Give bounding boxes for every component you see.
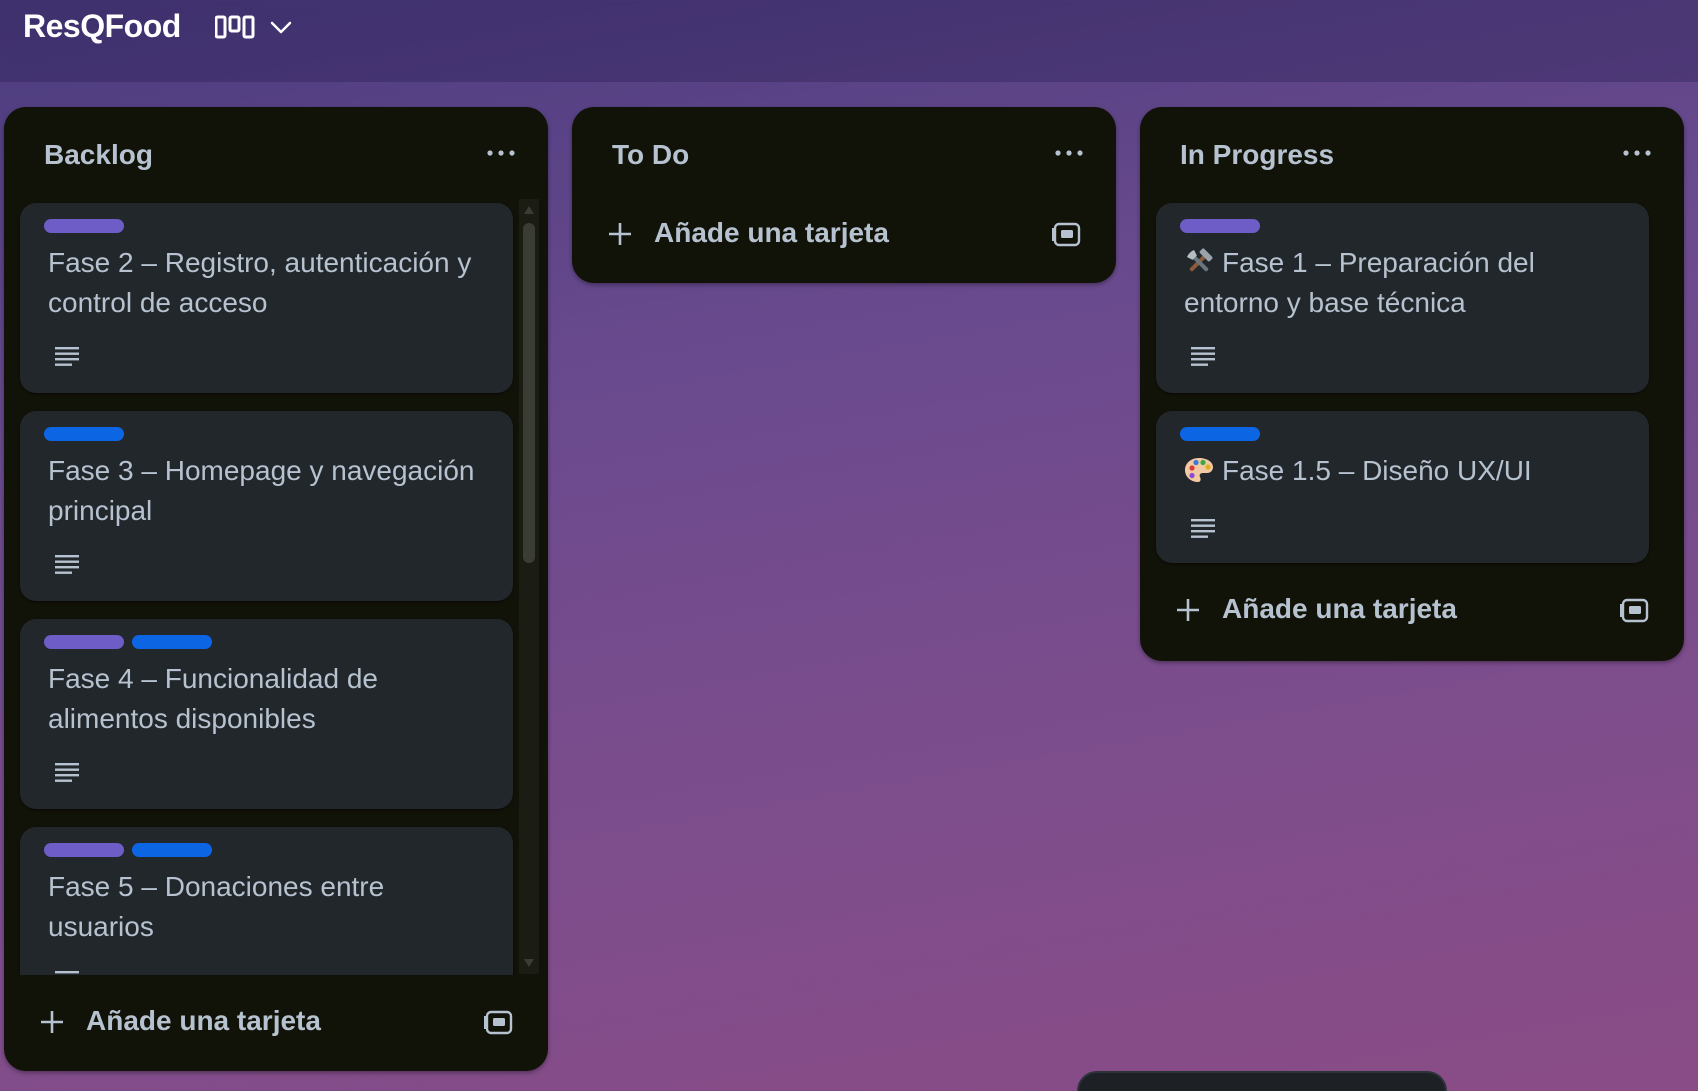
chevron-down-icon[interactable] (268, 14, 294, 40)
label-purple[interactable] (44, 635, 124, 649)
card-title: Fase 1.5 – Diseño UX/UI (1184, 451, 1619, 491)
scroll-up-arrow-icon[interactable] (523, 205, 535, 215)
tools-icon (1186, 248, 1213, 272)
card-title: Fase 2 – Registro, autenticación y contr… (48, 247, 472, 318)
description-lines-icon (55, 555, 79, 574)
card-labels (1180, 219, 1260, 233)
card-title-text: Fase 1.5 – Diseño UX/UI (1222, 455, 1532, 486)
list-backlog: Backlog Fase 2 – Registro, autenticación… (4, 107, 548, 1071)
card-title: Fase 5 – Donaciones entre usuarios (48, 871, 385, 942)
card-labels (1180, 427, 1260, 441)
palette-icon (1185, 458, 1213, 482)
card-template-icon[interactable] (1052, 219, 1082, 249)
label-blue[interactable] (132, 843, 212, 857)
bottom-toolbar[interactable] (1077, 1071, 1447, 1091)
add-card-button[interactable]: Añade una tarjeta (1140, 581, 1684, 641)
description-lines-icon (1191, 347, 1215, 366)
label-blue[interactable] (1180, 427, 1260, 441)
card-list: Fase 2 – Registro, autenticación y contr… (4, 107, 519, 975)
add-card-button[interactable]: Añade una tarjeta (4, 993, 548, 1053)
card-fase-5[interactable]: Fase 5 – Donaciones entre usuarios (20, 827, 513, 975)
board-view-icon[interactable] (215, 14, 255, 40)
list-in-progress: In Progress Fase 1 – Preparación del ent… (1140, 107, 1684, 661)
label-purple[interactable] (44, 843, 124, 857)
plus-icon (1177, 599, 1199, 621)
description-lines-icon (55, 347, 79, 366)
scroll-down-arrow-icon[interactable] (523, 958, 535, 968)
card-title: Fase 1 – Preparación del entorno y base … (1184, 243, 1619, 323)
board-header: ResQFood (0, 0, 1698, 82)
add-card-label: Añade una tarjeta (654, 217, 889, 248)
add-card-button[interactable]: Añade una tarjeta (572, 205, 1116, 265)
card-title: Fase 4 – Funcionalidad de alimentos disp… (48, 663, 378, 734)
label-purple[interactable] (1180, 219, 1260, 233)
list-title[interactable]: To Do (612, 139, 689, 171)
plus-icon (609, 223, 631, 245)
description-lines-icon (1191, 519, 1215, 538)
list-to-do: To Do Añade una tarjeta (572, 107, 1116, 283)
card-fase-4[interactable]: Fase 4 – Funcionalidad de alimentos disp… (20, 619, 513, 809)
scrollbar-thumb[interactable] (523, 223, 535, 563)
card-fase-3[interactable]: Fase 3 – Homepage y navegación principal (20, 411, 513, 601)
list-header: To Do (572, 107, 1116, 201)
label-blue[interactable] (132, 635, 212, 649)
card-fase-1[interactable]: Fase 1 – Preparación del entorno y base … (1156, 203, 1649, 393)
label-blue[interactable] (44, 427, 124, 441)
description-lines-icon (55, 763, 79, 782)
add-card-label: Añade una tarjeta (86, 1005, 321, 1036)
list-header: In Progress (1140, 107, 1684, 201)
card-labels (44, 427, 124, 441)
list-title[interactable]: In Progress (1180, 139, 1334, 171)
add-card-label: Añade una tarjeta (1222, 593, 1457, 624)
list-scrollbar[interactable] (519, 199, 539, 974)
more-horizontal-icon[interactable] (1620, 143, 1654, 163)
card-fase-2[interactable]: Fase 2 – Registro, autenticación y contr… (20, 203, 513, 393)
card-title-text: Fase 1 – Preparación del entorno y base … (1184, 247, 1535, 318)
card-fase-1-5[interactable]: Fase 1.5 – Diseño UX/UI (1156, 411, 1649, 563)
board-title[interactable]: ResQFood (23, 8, 181, 45)
card-labels (44, 843, 212, 857)
label-purple[interactable] (44, 219, 124, 233)
card-title: Fase 3 – Homepage y navegación principal (48, 455, 475, 526)
plus-icon (41, 1011, 63, 1033)
card-template-icon[interactable] (1620, 595, 1650, 625)
description-lines-icon (55, 971, 79, 974)
card-labels (44, 219, 124, 233)
more-horizontal-icon[interactable] (1052, 143, 1086, 163)
card-labels (44, 635, 212, 649)
card-template-icon[interactable] (484, 1007, 514, 1037)
